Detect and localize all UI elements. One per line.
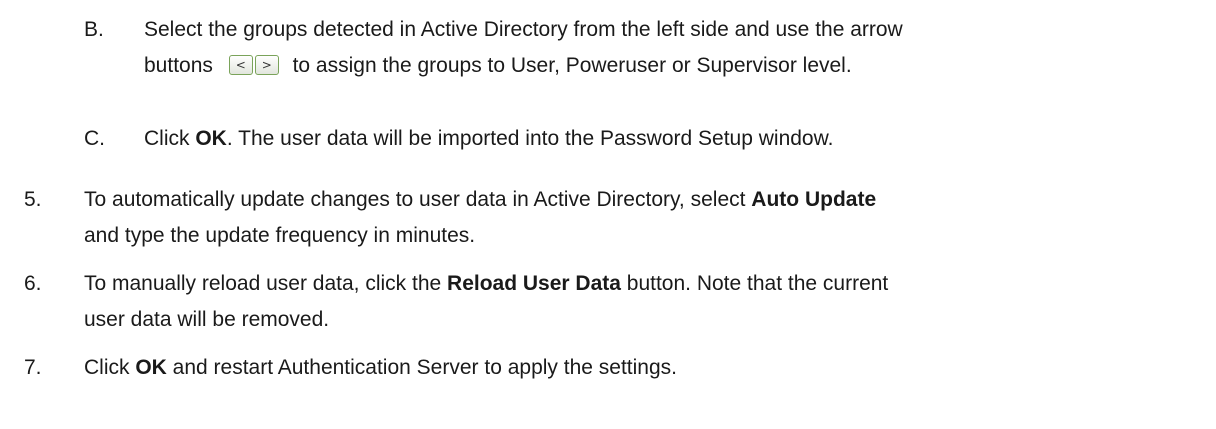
step-6-pre: To manually reload user data, click the — [84, 272, 448, 295]
step-7-post: and restart Authentication Server to app… — [166, 356, 677, 379]
arrow-buttons-image: < > — [227, 51, 279, 75]
step-7-text: Click OK and restart Authentication Serv… — [84, 350, 1214, 386]
step-c-pre: Click — [144, 127, 196, 150]
step-c-text: Click OK. The user data will be imported… — [144, 121, 1204, 157]
step-6-bold: Reload User Data — [447, 272, 621, 295]
left-arrow-button-icon: < — [228, 55, 253, 75]
step-b-line2-before: buttons — [144, 54, 213, 77]
step-5-bold: Auto Update — [751, 188, 877, 211]
document-page: B. Select the groups detected in Active … — [0, 0, 1216, 429]
step-7-label: 7. — [24, 356, 42, 379]
step-5-text: To automatically update changes to user … — [84, 182, 1214, 254]
step-b-line2-after: to assign the groups to User, Poweruser … — [292, 54, 852, 77]
right-arrow-button-icon: > — [254, 55, 279, 75]
step-5-pre: To automatically update changes to user … — [84, 188, 752, 211]
step-7-pre: Click — [84, 356, 136, 379]
step-c-label: C. — [84, 127, 105, 150]
step-6-text: To manually reload user data, click the … — [84, 266, 1214, 338]
step-5-label: 5. — [24, 188, 42, 211]
step-7-bold: OK — [135, 356, 167, 379]
step-5-line2: and type the update frequency in minutes… — [84, 224, 476, 247]
step-c-post: . The user data will be imported into th… — [226, 127, 834, 150]
step-b-line1: Select the groups detected in Active Dir… — [144, 18, 903, 41]
step-6-post: button. Note that the current — [620, 272, 889, 295]
step-b-text: Select the groups detected in Active Dir… — [144, 12, 1204, 84]
step-c-bold: OK — [195, 127, 227, 150]
step-6-line2: user data will be removed. — [84, 308, 330, 331]
step-6-label: 6. — [24, 272, 42, 295]
step-b-label: B. — [84, 18, 104, 41]
